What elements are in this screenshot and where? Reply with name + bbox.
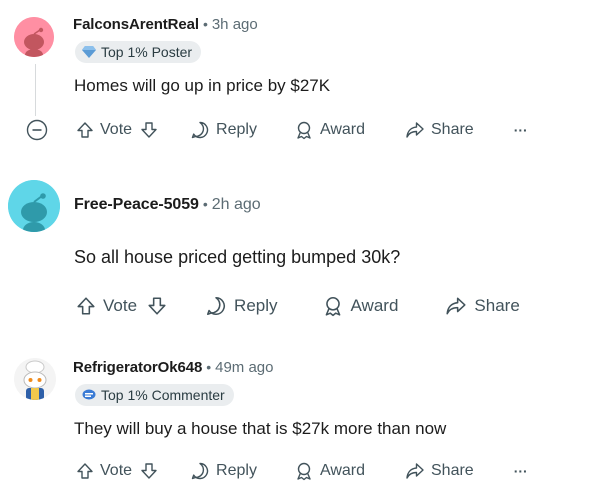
award-icon: [297, 121, 311, 140]
user-flair: Top 1% Commenter: [75, 384, 234, 406]
share-icon: [406, 122, 424, 138]
reply-button[interactable]: Reply: [190, 461, 257, 481]
vote-control: Vote: [76, 462, 158, 480]
separator: •: [206, 359, 212, 375]
separator: •: [202, 196, 208, 212]
username[interactable]: RefrigeratorOk648: [73, 359, 202, 376]
avatar[interactable]: [14, 358, 56, 400]
vote-control: Vote: [76, 121, 158, 139]
award-button[interactable]: Award: [322, 295, 398, 317]
share-button[interactable]: Share: [405, 120, 474, 140]
vote-label: Vote: [103, 296, 138, 315]
vote-label: Vote: [100, 121, 133, 138]
avatar[interactable]: [14, 17, 54, 57]
upvote-icon[interactable]: [76, 462, 94, 480]
downvote-icon[interactable]: [147, 296, 167, 316]
upvote-icon[interactable]: [76, 121, 94, 139]
award-button[interactable]: Award: [294, 120, 365, 140]
username[interactable]: Free-Peace-5059: [74, 196, 199, 214]
action-bar: Vote Reply Award Share: [76, 295, 520, 317]
collapse-icon: [26, 119, 48, 141]
snoo-chef-icon: [14, 358, 56, 400]
timestamp[interactable]: 2h ago: [212, 196, 261, 214]
action-bar: Vote Reply Award Share ···: [26, 119, 528, 141]
separator: •: [202, 16, 208, 32]
username[interactable]: FalconsArentReal: [73, 16, 199, 33]
snoo-icon: [14, 17, 54, 57]
comment-text: So all house priced getting bumped 30k?: [74, 247, 401, 267]
user-flair: Top 1% Poster: [75, 41, 202, 63]
reply-icon: [207, 296, 226, 316]
vote-label: Vote: [100, 462, 133, 479]
award-icon: [325, 296, 340, 317]
share-icon: [406, 463, 424, 479]
chat-bubble-icon: [82, 389, 96, 400]
vote-control: Vote: [76, 296, 167, 316]
comment-text: They will buy a house that is $27k more …: [74, 419, 447, 438]
downvote-icon[interactable]: [140, 462, 158, 480]
downvote-icon[interactable]: [140, 121, 158, 139]
share-button[interactable]: Share: [445, 295, 520, 317]
award-button[interactable]: Award: [294, 461, 365, 481]
share-button[interactable]: Share: [405, 461, 474, 481]
timestamp[interactable]: 3h ago: [212, 16, 258, 33]
reply-icon: [191, 462, 209, 480]
reply-icon: [191, 121, 209, 139]
avatar[interactable]: [8, 180, 60, 232]
collapse-button[interactable]: [26, 119, 48, 141]
thread-line: [35, 64, 36, 116]
award-icon: [297, 462, 311, 481]
upvote-icon[interactable]: [76, 296, 96, 316]
reply-button[interactable]: Reply: [205, 295, 278, 317]
more-options-button[interactable]: ···: [514, 122, 528, 138]
diamond-icon: [82, 46, 96, 58]
snoo-icon: [8, 180, 60, 232]
timestamp[interactable]: 49m ago: [215, 359, 273, 376]
action-bar: Vote Reply Award Share ···: [76, 461, 528, 481]
reply-button[interactable]: Reply: [190, 120, 257, 140]
comment-text: Homes will go up in price by $27K: [74, 76, 331, 95]
more-options-button[interactable]: ···: [514, 463, 528, 479]
share-icon: [446, 297, 466, 315]
